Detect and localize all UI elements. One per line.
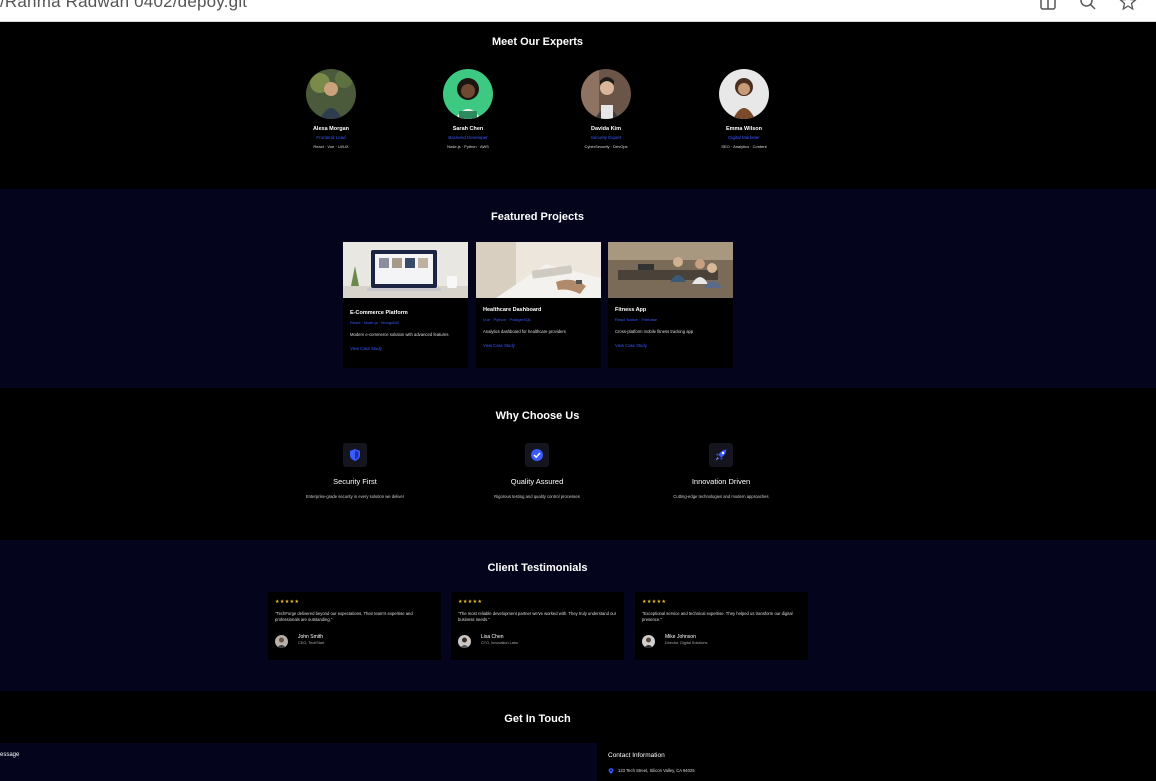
project-image — [343, 242, 468, 298]
rocket-icon — [709, 443, 733, 467]
bookmark-star-icon[interactable] — [1119, 0, 1137, 11]
view-case-study-link[interactable]: View Case Study — [615, 343, 647, 348]
expert-card: Sarah Chen Backend Developer Node.js · P… — [408, 69, 528, 149]
avatar — [443, 69, 493, 119]
feature-card: Quality Assured Rigorous testing and qua… — [457, 443, 617, 499]
search-icon[interactable] — [1079, 0, 1097, 11]
project-tags: React Native · Firebase — [615, 317, 658, 322]
avatar — [719, 69, 769, 119]
testimonial-quote: "TechForge delivered beyond our expectat… — [275, 611, 413, 622]
message-label: essage — [0, 752, 20, 758]
expert-name: Sarah Chen — [452, 126, 484, 132]
feature-description: Rigorous testing and quality control pro… — [494, 494, 580, 499]
feature-title: Quality Assured — [510, 477, 564, 486]
project-title: E-Commerce Platform — [350, 310, 408, 316]
feature-title: Security First — [333, 477, 377, 486]
project-title: Healthcare Dashboard — [483, 307, 542, 313]
expert-role: Security Expert — [590, 135, 622, 140]
project-description: Cross-platform mobile fitness tracking a… — [615, 329, 694, 334]
avatar — [642, 635, 655, 648]
rating-stars: ★★★★★ — [642, 599, 667, 605]
why-choose-us-section: Why Choose Us Security First Enterprise-… — [0, 388, 1156, 540]
project-image — [608, 242, 733, 298]
why-heading: Why Choose Us — [495, 410, 580, 422]
avatar — [458, 635, 471, 648]
projects-heading: Featured Projects — [491, 211, 584, 223]
project-card[interactable]: Fitness App React Native · Firebase Cros… — [608, 242, 733, 368]
feature-title: Innovation Driven — [691, 477, 751, 486]
testimonial-quote: "Exceptional service and technical exper… — [642, 611, 793, 622]
location-pin-icon — [608, 768, 614, 774]
feature-description: Enterprise-grade security in every solut… — [305, 494, 405, 499]
feature-card: Innovation Driven Cutting-edge technolog… — [641, 443, 801, 499]
expert-skills: React · Vue · UI/UX — [313, 144, 349, 149]
avatar — [275, 635, 288, 648]
testimonial-card: ★★★★★ "TechForge delivered beyond our ex… — [268, 592, 441, 660]
address-text: 123 Tech Street, Silicon Valley, CA 9402… — [618, 768, 695, 774]
shield-icon — [343, 443, 367, 467]
message-field[interactable]: essage — [0, 743, 597, 781]
expert-role: Frontend Lead — [316, 135, 346, 140]
contact-section: Get In Touch essage Contact Information … — [0, 691, 1156, 781]
testimonial-author-role: CEO, TechStart — [298, 641, 325, 645]
testimonial-quote: "The most reliable development partner w… — [458, 611, 617, 622]
rating-stars: ★★★★★ — [458, 599, 483, 605]
experts-section: Meet Our Experts Alexa Morgan Frontend L… — [0, 23, 1156, 189]
expert-name: Alexa Morgan — [312, 126, 350, 132]
expert-skills: Node.js · Python · AWS — [447, 144, 489, 149]
project-card[interactable]: E-Commerce Platform React · Node.js · Mo… — [343, 242, 468, 368]
avatar — [306, 69, 356, 119]
check-circle-icon — [525, 443, 549, 467]
testimonial-author-name: Mike Johnson — [665, 634, 696, 640]
project-card[interactable]: Healthcare Dashboard Vue · Python · Post… — [476, 242, 601, 368]
testimonial-card: ★★★★★ "The most reliable development par… — [451, 592, 624, 660]
project-tags: Vue · Python · PostgreSQL — [483, 317, 532, 322]
feature-description: Cutting-edge technologies and modern app… — [673, 494, 769, 499]
testimonial-author-name: John Smith — [298, 634, 324, 640]
avatar — [581, 69, 631, 119]
expert-name: Emma Wilson — [725, 126, 762, 132]
project-description: Analytics dashboard for healthcare provi… — [483, 329, 566, 334]
expert-card: Emma Wilson Digital Marketer SEO · Analy… — [684, 69, 804, 149]
contact-info-heading: Contact Information — [608, 752, 665, 759]
projects-section: Featured Projects E-Commerce Platform Re… — [0, 189, 1156, 388]
testimonial-author-name: Lisa Chen — [481, 634, 504, 640]
expert-skills: SEO · Analytics · Content — [721, 144, 767, 149]
project-tags: React · Node.js · MongoDB — [350, 320, 399, 325]
testimonials-section: Client Testimonials ★★★★★ "TechForge del… — [0, 540, 1156, 691]
project-description: Modern e-commerce solution with advanced… — [350, 332, 449, 337]
expert-role: Digital Marketer — [728, 135, 760, 140]
reader-view-icon[interactable] — [1039, 0, 1057, 11]
contact-address: 123 Tech Street, Silicon Valley, CA 9402… — [608, 768, 695, 774]
experts-heading: Meet Our Experts — [491, 36, 584, 48]
view-case-study-link[interactable]: View Case Study — [483, 343, 515, 348]
feature-card: Security First Enterprise-grade security… — [275, 443, 435, 499]
project-image — [476, 242, 601, 298]
expert-card: Alexa Morgan Frontend Lead React · Vue ·… — [271, 69, 391, 149]
expert-skills: CyberSecurity · DevOps — [584, 144, 628, 149]
view-case-study-link[interactable]: View Case Study — [350, 346, 382, 351]
contact-heading: Get In Touch — [504, 713, 571, 725]
expert-card: Davida Kim Security Expert CyberSecurity… — [546, 69, 666, 149]
testimonial-card: ★★★★★ "Exceptional service and technical… — [635, 592, 808, 660]
testimonial-author-role: Director, Digital Solutions — [665, 641, 708, 645]
expert-role: Backend Developer — [448, 135, 488, 140]
project-title: Fitness App — [615, 307, 647, 313]
rating-stars: ★★★★★ — [275, 599, 300, 605]
expert-name: Davida Kim — [591, 126, 621, 132]
testimonials-heading: Client Testimonials — [487, 562, 588, 574]
testimonial-author-role: CTO, Innovation Labs — [481, 641, 518, 645]
browser-toolbar: /Rahma Radwan 0402/depoy.git — [0, 0, 1156, 22]
address-bar-url[interactable]: /Rahma Radwan 0402/depoy.git — [0, 0, 247, 12]
